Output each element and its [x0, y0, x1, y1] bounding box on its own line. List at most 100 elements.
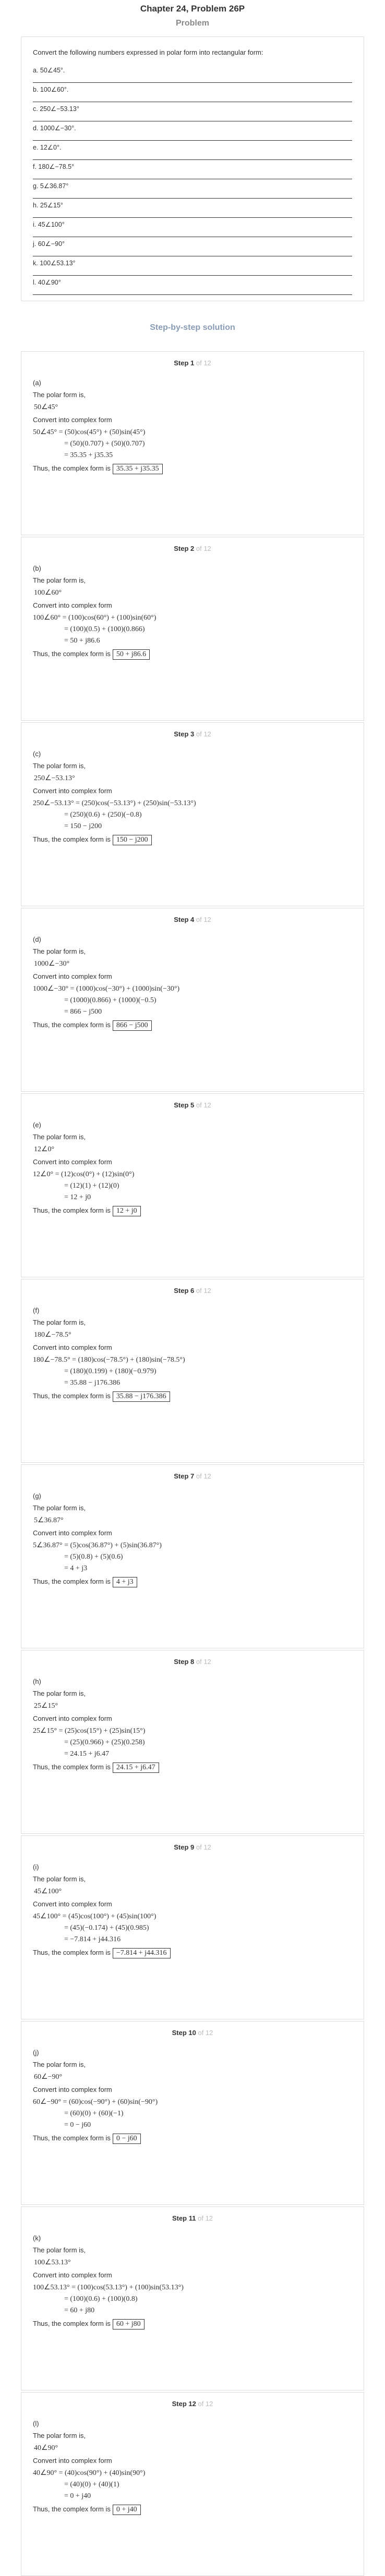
step-body: (f) The polar form is, 180∠−78.5° Convert i… — [33, 1307, 352, 1402]
step-header: Step 2 of 12 — [33, 545, 352, 555]
step-card: Step 1 of 12 (a) The polar form is, 50∠45° C… — [21, 351, 364, 535]
equation-line: 60∠−90° = (60)cos(−90°) + (60)sin(−90°) — [33, 2098, 158, 2106]
result-label: Thus, the complex form is — [33, 835, 111, 843]
equation-line: 40∠90° = (40)cos(90°) + (40)sin(90°) — [33, 2469, 146, 2477]
equation-line: = 0 + j40 — [64, 2492, 91, 2500]
part-label: (j) — [33, 2049, 39, 2056]
result-line: Thus, the complex form is 4 + j3 — [33, 1577, 352, 1587]
problem-item: c. 250∠−53.13° — [33, 102, 352, 121]
part-label: (g) — [33, 1492, 41, 1500]
equation-line: = (100)(0.6) + (100)(0.8) — [64, 2295, 138, 2303]
polar-intro: The polar form is, — [33, 762, 86, 770]
step-header: Step 11 of 12 — [33, 2214, 352, 2225]
problem-item: b. 100∠60°. — [33, 83, 352, 102]
polar-intro: The polar form is, — [33, 2061, 86, 2068]
polar-form: 50∠45° — [34, 403, 58, 411]
steps-list: Step 1 of 12 (a) The polar form is, 50∠45° C… — [21, 351, 364, 2576]
equation-line: = (40)(0) + (40)(1) — [64, 2481, 119, 2488]
step-header: Step 9 of 12 — [33, 1843, 352, 1854]
answer-box: 150 − j200 — [112, 835, 152, 845]
problem-item: f. 180∠−78.5° — [33, 160, 352, 179]
result-line: Thus, the complex form is 35.88 − j176.38… — [33, 1391, 352, 1402]
step-body: (c) The polar form is, 250∠−53.13° Convert … — [33, 750, 352, 845]
equation-line: = (100)(0.5) + (100)(0.866) — [64, 625, 145, 633]
step-count: of 12 — [196, 730, 211, 738]
step-card: Step 2 of 12 (b) The polar form is, 100∠60°… — [21, 537, 364, 721]
problem-item: l. 40∠90° — [33, 276, 352, 295]
equation-line: = (50)(0.707) + (50)(0.707) — [64, 440, 145, 448]
polar-form: 45∠100° — [34, 1888, 62, 1895]
result-line: Thus, the complex form is 12 + j0 — [33, 1206, 352, 1216]
result-label: Thus, the complex form is — [33, 1577, 111, 1585]
polar-form: 60∠−90° — [34, 2073, 63, 2081]
chapter-title: Chapter 24, Problem 26P — [140, 4, 245, 14]
problem-list: a. 50∠45°. b. 100∠60°. c. 250∠−53.13° d.… — [33, 64, 352, 295]
result-label: Thus, the complex form is — [33, 1206, 111, 1214]
solution-header: Step-by-step solution — [150, 323, 235, 332]
problem-item: a. 50∠45°. — [33, 64, 352, 83]
equation-line: = 150 − j200 — [64, 822, 102, 830]
convert-label: Convert into complex form — [33, 416, 112, 424]
polar-intro: The polar form is, — [33, 1318, 86, 1326]
step-body: (k) The polar form is, 100∠53.13° Convert i… — [33, 2234, 352, 2330]
equation-line: 250∠−53.13° = (250)cos(−53.13°) + (250)s… — [33, 799, 196, 807]
step-body: (a) The polar form is, 50∠45° Convert into … — [33, 379, 352, 474]
equation-line: 12∠0° = (12)cos(0°) + (12)sin(0°) — [33, 1170, 135, 1178]
result-line: Thus, the complex form is 0 + j40 — [33, 2505, 352, 2515]
result-line: Thus, the complex form is 0 − j60 — [33, 2134, 352, 2144]
problem-item: k. 100∠53.13° — [33, 256, 352, 276]
result-line: Thus, the complex form is 150 − j200 — [33, 835, 352, 845]
step-count: of 12 — [196, 545, 211, 552]
step-body: (d) The polar form is, 1000∠−30° Convert in… — [33, 935, 352, 1031]
answer-box: 4 + j3 — [112, 1577, 137, 1587]
step-count: of 12 — [198, 2400, 213, 2408]
answer-box: 35.88 − j176.386 — [112, 1391, 170, 1402]
step-body: (j) The polar form is, 60∠−90° Convert into… — [33, 2049, 352, 2144]
problem-item: h. 25∠15° — [33, 199, 352, 218]
result-label: Thus, the complex form is — [33, 2320, 111, 2327]
part-label: (h) — [33, 1678, 41, 1685]
result-label: Thus, the complex form is — [33, 1021, 111, 1029]
step-label: Step 10 — [172, 2029, 196, 2037]
step-label: Step 1 — [174, 359, 195, 367]
equation-line: = 60 + j80 — [64, 2307, 95, 2314]
polar-intro: The polar form is, — [33, 2246, 86, 2254]
part-label: (k) — [33, 2234, 41, 2242]
equation-line: = 0 − j60 — [64, 2121, 91, 2129]
step-header: Step 7 of 12 — [33, 1472, 352, 1483]
part-label: (f) — [33, 1307, 40, 1314]
equation-line: = (5)(0.8) + (5)(0.6) — [64, 1553, 123, 1561]
convert-label: Convert into complex form — [33, 2086, 112, 2093]
polar-form: 100∠53.13° — [34, 2259, 71, 2266]
step-card: Step 5 of 12 (e) The polar form is, 12∠0° Co… — [21, 1093, 364, 1277]
equation-line: = (60)(0) + (60)(−1) — [64, 2110, 124, 2117]
step-card: Step 11 of 12 (k) The polar form is, 100∠53… — [21, 2207, 364, 2390]
answer-box: 50 + j86.6 — [112, 649, 150, 660]
result-line: Thus, the complex form is 35.35 + j35.35 — [33, 464, 352, 474]
polar-form: 25∠15° — [34, 1702, 58, 1710]
equation-line: = 35.88 − j176.386 — [64, 1379, 121, 1387]
equation-line: = 24.15 + j6.47 — [64, 1750, 110, 1758]
answer-box: 0 + j40 — [112, 2505, 141, 2515]
convert-label: Convert into complex form — [33, 2271, 112, 2279]
polar-form: 180∠−78.5° — [34, 1331, 71, 1339]
convert-label: Convert into complex form — [33, 787, 112, 795]
equation-line: = 4 + j3 — [64, 1564, 88, 1572]
equation-line: = (180)(0.199) + (180)(−0.979) — [64, 1367, 157, 1375]
problem-item: d. 1000∠−30°. — [33, 121, 352, 141]
equation-line: 1000∠−30° = (1000)cos(−30°) + (1000)sin(… — [33, 985, 180, 993]
step-header: Step 8 of 12 — [33, 1658, 352, 1668]
step-label: Step 5 — [174, 1101, 195, 1109]
answer-box: 0 − j60 — [112, 2134, 141, 2144]
step-card: Step 9 of 12 (i) The polar form is, 45∠100°… — [21, 1835, 364, 2019]
result-line: Thus, the complex form is 60 + j80 — [33, 2319, 352, 2330]
step-label: Step 4 — [174, 916, 195, 923]
step-label: Step 6 — [174, 1287, 195, 1295]
equation-line: = (45)(−0.174) + (45)(0.985) — [64, 1924, 149, 1932]
equation-line: 100∠60° = (100)cos(60°) + (100)sin(60°) — [33, 614, 157, 622]
convert-label: Convert into complex form — [33, 1529, 112, 1537]
equation-line: = 12 + j0 — [64, 1193, 91, 1201]
step-count: of 12 — [196, 1658, 211, 1666]
equation-line: = 866 − j500 — [64, 1008, 102, 1016]
step-body: (e) The polar form is, 12∠0° Convert into c… — [33, 1121, 352, 1216]
